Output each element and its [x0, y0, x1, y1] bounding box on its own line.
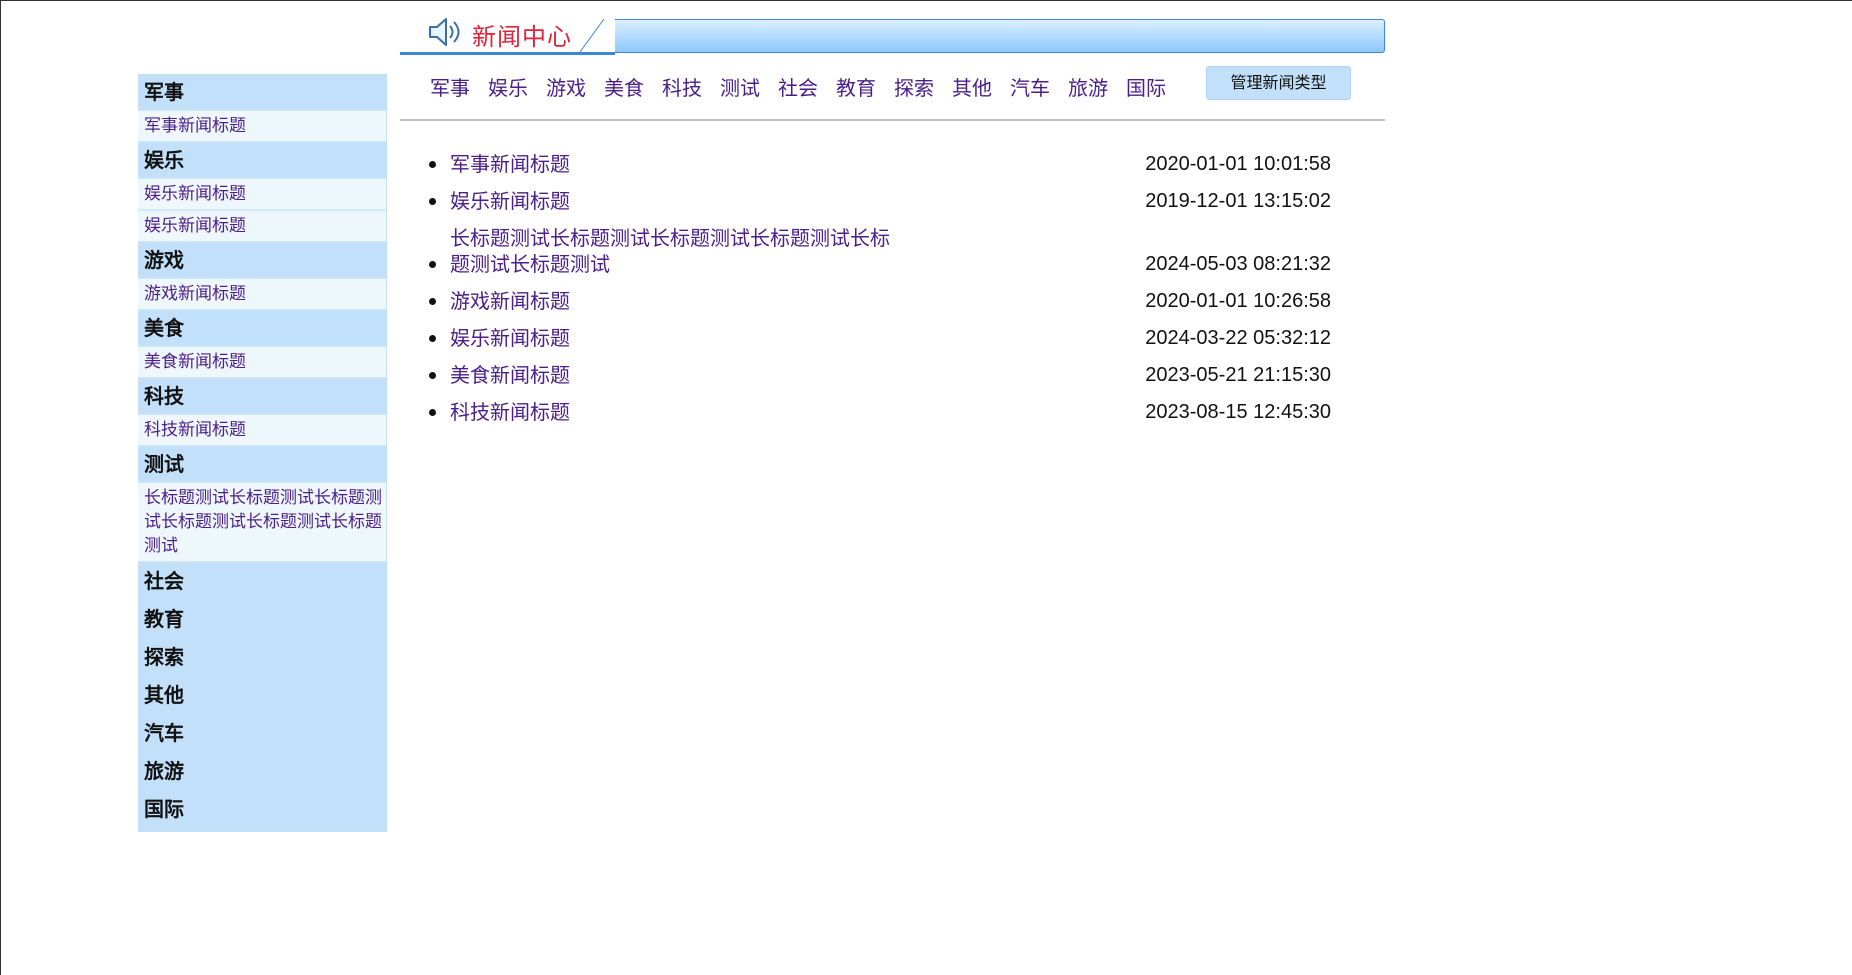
nav-tab[interactable]: 其他: [952, 75, 992, 101]
nav-tab[interactable]: 汽车: [1010, 75, 1050, 101]
news-title-link[interactable]: 游戏新闻标题: [450, 288, 895, 314]
sidebar-category[interactable]: 社会: [138, 562, 387, 600]
sidebar-news-link[interactable]: 军事新闻标题: [144, 116, 246, 136]
sidebar-category[interactable]: 国际: [138, 790, 387, 828]
header-tab-slant: [580, 11, 630, 55]
sidebar-news-item: 娱乐新闻标题: [138, 210, 386, 242]
nav-tab[interactable]: 探索: [894, 75, 934, 101]
sidebar-category[interactable]: 军事: [138, 74, 387, 110]
news-timestamp: 2019-12-01 13:15:02: [1145, 190, 1331, 212]
category-nav-links: 军事 娱乐 游戏 美食 科技 测试 社会 教育 探索 其他 汽车 旅游 国际: [430, 75, 1184, 101]
news-title-link[interactable]: 科技新闻标题: [450, 399, 895, 425]
nav-tab[interactable]: 旅游: [1068, 75, 1108, 101]
sidebar-news-link[interactable]: 娱乐新闻标题: [144, 184, 246, 204]
nav-tab[interactable]: 测试: [720, 75, 760, 101]
news-title-link[interactable]: 娱乐新闻标题: [450, 188, 895, 214]
sidebar-news-link[interactable]: 美食新闻标题: [144, 352, 246, 372]
speaker-icon: [429, 18, 460, 46]
news-row: 娱乐新闻标题 2024-03-22 05:32:12: [421, 325, 1341, 351]
news-list: 军事新闻标题 2020-01-01 10:01:58 娱乐新闻标题 2019-12-0…: [421, 151, 1341, 436]
sidebar-news-item: 娱乐新闻标题: [138, 178, 386, 210]
sidebar-category[interactable]: 探索: [138, 638, 387, 676]
news-row: 军事新闻标题 2020-01-01 10:01:58: [421, 151, 1341, 177]
news-timestamp: 2024-05-03 08:21:32: [1145, 253, 1331, 275]
sidebar-category[interactable]: 科技: [138, 378, 387, 414]
nav-tab[interactable]: 军事: [430, 75, 470, 101]
news-timestamp: 2024-03-22 05:32:12: [1145, 327, 1331, 349]
news-row: 娱乐新闻标题 2019-12-01 13:15:02: [421, 188, 1341, 214]
sidebar: 军事 军事新闻标题 娱乐 娱乐新闻标题 娱乐新闻标题 游戏 游戏新闻标题 美食 美食新闻标题 科技…: [138, 74, 387, 832]
nav-tab[interactable]: 科技: [662, 75, 702, 101]
site-title: 新闻中心: [472, 24, 572, 51]
nav-tab[interactable]: 游戏: [546, 75, 586, 101]
sidebar-news-link[interactable]: 长标题测试长标题测试长标题测试长标题测试长标题测试长标题测试: [144, 488, 382, 556]
sidebar-category[interactable]: 旅游: [138, 752, 387, 790]
news-title-link[interactable]: 军事新闻标题: [450, 151, 895, 177]
nav-tab[interactable]: 美食: [604, 75, 644, 101]
sidebar-news-link[interactable]: 科技新闻标题: [144, 420, 246, 440]
news-row: 长标题测试长标题测试长标题测试长标题测试长标题测试长标题测试 2024-05-03…: [421, 225, 1341, 277]
sidebar-news-item: 长标题测试长标题测试长标题测试长标题测试长标题测试长标题测试: [138, 482, 386, 562]
sidebar-news-item: 军事新闻标题: [138, 110, 386, 142]
sidebar-category[interactable]: 游戏: [138, 242, 387, 278]
news-title-link[interactable]: 美食新闻标题: [450, 362, 895, 388]
sidebar-category[interactable]: 教育: [138, 600, 387, 638]
sidebar-news-item: 游戏新闻标题: [138, 278, 386, 310]
news-timestamp: 2020-01-01 10:26:58: [1145, 290, 1331, 312]
news-timestamp: 2023-08-15 12:45:30: [1145, 401, 1331, 423]
news-row: 科技新闻标题 2023-08-15 12:45:30: [421, 399, 1341, 425]
sidebar-category[interactable]: 测试: [138, 446, 387, 482]
nav-tab[interactable]: 国际: [1126, 75, 1166, 101]
manage-news-types-button[interactable]: 管理新闻类型: [1206, 66, 1351, 100]
news-row: 美食新闻标题 2023-05-21 21:15:30: [421, 362, 1341, 388]
news-row: 游戏新闻标题 2020-01-01 10:26:58: [421, 288, 1341, 314]
sidebar-news-item: 美食新闻标题: [138, 346, 386, 378]
news-timestamp: 2023-05-21 21:15:30: [1145, 364, 1331, 386]
sidebar-category[interactable]: 其他: [138, 676, 387, 714]
sidebar-category[interactable]: 娱乐: [138, 142, 387, 178]
nav-tab[interactable]: 娱乐: [488, 75, 528, 101]
sidebar-category[interactable]: 汽车: [138, 714, 387, 752]
news-timestamp: 2020-01-01 10:01:58: [1145, 153, 1331, 175]
sidebar-category[interactable]: 美食: [138, 310, 387, 346]
news-title-link[interactable]: 长标题测试长标题测试长标题测试长标题测试长标题测试长标题测试: [450, 225, 895, 277]
nav-tab[interactable]: 社会: [778, 75, 818, 101]
category-nav: 军事 娱乐 游戏 美食 科技 测试 社会 教育 探索 其他 汽车 旅游 国际 管理新闻类型: [400, 65, 1385, 121]
header-banner: 新闻中心: [400, 11, 1385, 55]
sidebar-news-item: 科技新闻标题: [138, 414, 386, 446]
news-title-link[interactable]: 娱乐新闻标题: [450, 325, 895, 351]
sidebar-news-link[interactable]: 娱乐新闻标题: [144, 216, 246, 236]
nav-tab[interactable]: 教育: [836, 75, 876, 101]
sidebar-news-link[interactable]: 游戏新闻标题: [144, 284, 246, 304]
